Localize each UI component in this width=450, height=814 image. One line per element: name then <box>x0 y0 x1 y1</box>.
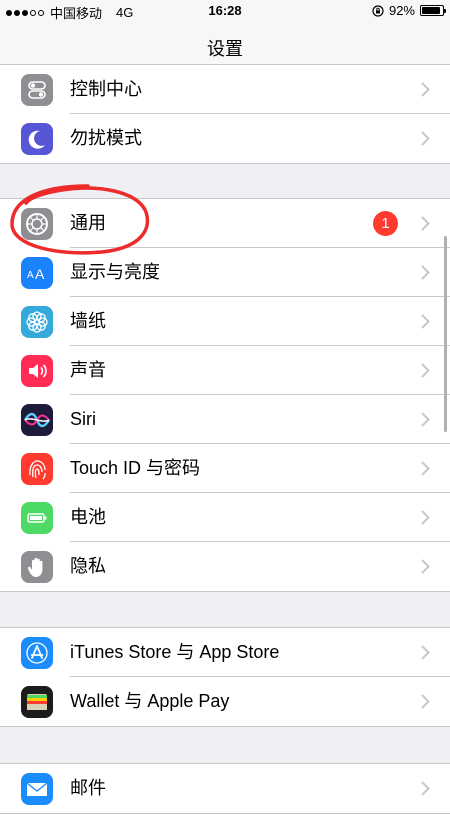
row-mail[interactable]: 邮件 <box>0 764 450 813</box>
chevron-right-icon <box>421 265 430 280</box>
wallet-icon <box>21 686 53 718</box>
row-display-brightness[interactable]: A A 显示与亮度 <box>0 248 450 297</box>
app-store-icon <box>21 637 53 669</box>
row-label: Wallet 与 Apple Pay <box>70 691 230 711</box>
gear-icon <box>21 208 53 240</box>
row-touch-id-passcode[interactable]: Touch ID 与密码 <box>0 444 450 493</box>
battery-level <box>422 7 441 14</box>
row-label: 显示与亮度 <box>70 262 160 282</box>
svg-text:A: A <box>35 266 45 282</box>
battery-icon <box>21 502 53 534</box>
row-itunes-app-store[interactable]: iTunes Store 与 App Store <box>0 628 450 677</box>
page-title: 设置 <box>207 39 243 59</box>
settings-group-3: iTunes Store 与 App Store Wallet 与 Apple … <box>0 627 450 727</box>
row-privacy[interactable]: 隐私 <box>0 542 450 591</box>
row-wallpaper[interactable]: 墙纸 <box>0 297 450 346</box>
status-bar: 中国移动 4G 16:28 92% <box>0 0 450 22</box>
scroll-indicator[interactable] <box>444 236 447 432</box>
chevron-right-icon <box>421 82 430 97</box>
settings-group-2: 通用 1 A A 显示与亮度 墙纸 声音 Siri Touch ID 与密码 电… <box>0 198 450 592</box>
row-label: 隐私 <box>70 556 106 576</box>
settings-group-4: 邮件 <box>0 763 450 814</box>
row-label: Touch ID 与密码 <box>70 458 201 478</box>
moon-icon <box>21 123 53 155</box>
row-general[interactable]: 通用 1 <box>0 199 450 248</box>
chevron-right-icon <box>421 216 430 231</box>
battery-percent: 92% <box>388 3 415 18</box>
flower-icon <box>21 306 53 338</box>
chevron-right-icon <box>421 461 430 476</box>
row-label: 邮件 <box>70 778 106 798</box>
navigation-bar: 设置 <box>0 22 450 69</box>
row-label: 墙纸 <box>70 311 106 331</box>
row-label: 通用 <box>70 213 106 233</box>
chevron-right-icon <box>421 645 430 660</box>
row-label: 控制中心 <box>70 79 142 99</box>
chevron-right-icon <box>421 131 430 146</box>
row-control-center[interactable]: 控制中心 <box>0 65 450 114</box>
row-label: Siri <box>70 409 96 429</box>
battery-icon <box>420 5 446 16</box>
row-sounds[interactable]: 声音 <box>0 346 450 395</box>
status-right: 92% <box>372 3 446 18</box>
row-label: 勿扰模式 <box>70 128 142 148</box>
text-size-icon: A A <box>21 257 53 289</box>
chevron-right-icon <box>421 363 430 378</box>
hand-icon <box>21 551 53 583</box>
chevron-right-icon <box>421 412 430 427</box>
row-siri[interactable]: Siri <box>0 395 450 444</box>
notification-badge: 1 <box>373 211 398 236</box>
chevron-right-icon <box>421 694 430 709</box>
chevron-right-icon <box>421 559 430 574</box>
speaker-icon <box>21 355 53 387</box>
row-label: 电池 <box>70 507 106 527</box>
chevron-right-icon <box>421 510 430 525</box>
rotation-lock-icon <box>372 4 384 17</box>
chevron-right-icon <box>421 314 430 329</box>
row-battery[interactable]: 电池 <box>0 493 450 542</box>
mail-icon <box>21 773 53 805</box>
row-do-not-disturb[interactable]: 勿扰模式 <box>0 114 450 163</box>
chevron-right-icon <box>421 781 430 796</box>
row-wallet-apple-pay[interactable]: Wallet 与 Apple Pay <box>0 677 450 726</box>
row-label: iTunes Store 与 App Store <box>70 642 280 662</box>
control-center-icon <box>21 74 53 106</box>
svg-text:A: A <box>27 270 34 281</box>
settings-group-1: 控制中心 勿扰模式 <box>0 64 450 164</box>
siri-icon <box>21 404 53 436</box>
row-label: 声音 <box>70 360 106 380</box>
fingerprint-icon <box>21 453 53 485</box>
